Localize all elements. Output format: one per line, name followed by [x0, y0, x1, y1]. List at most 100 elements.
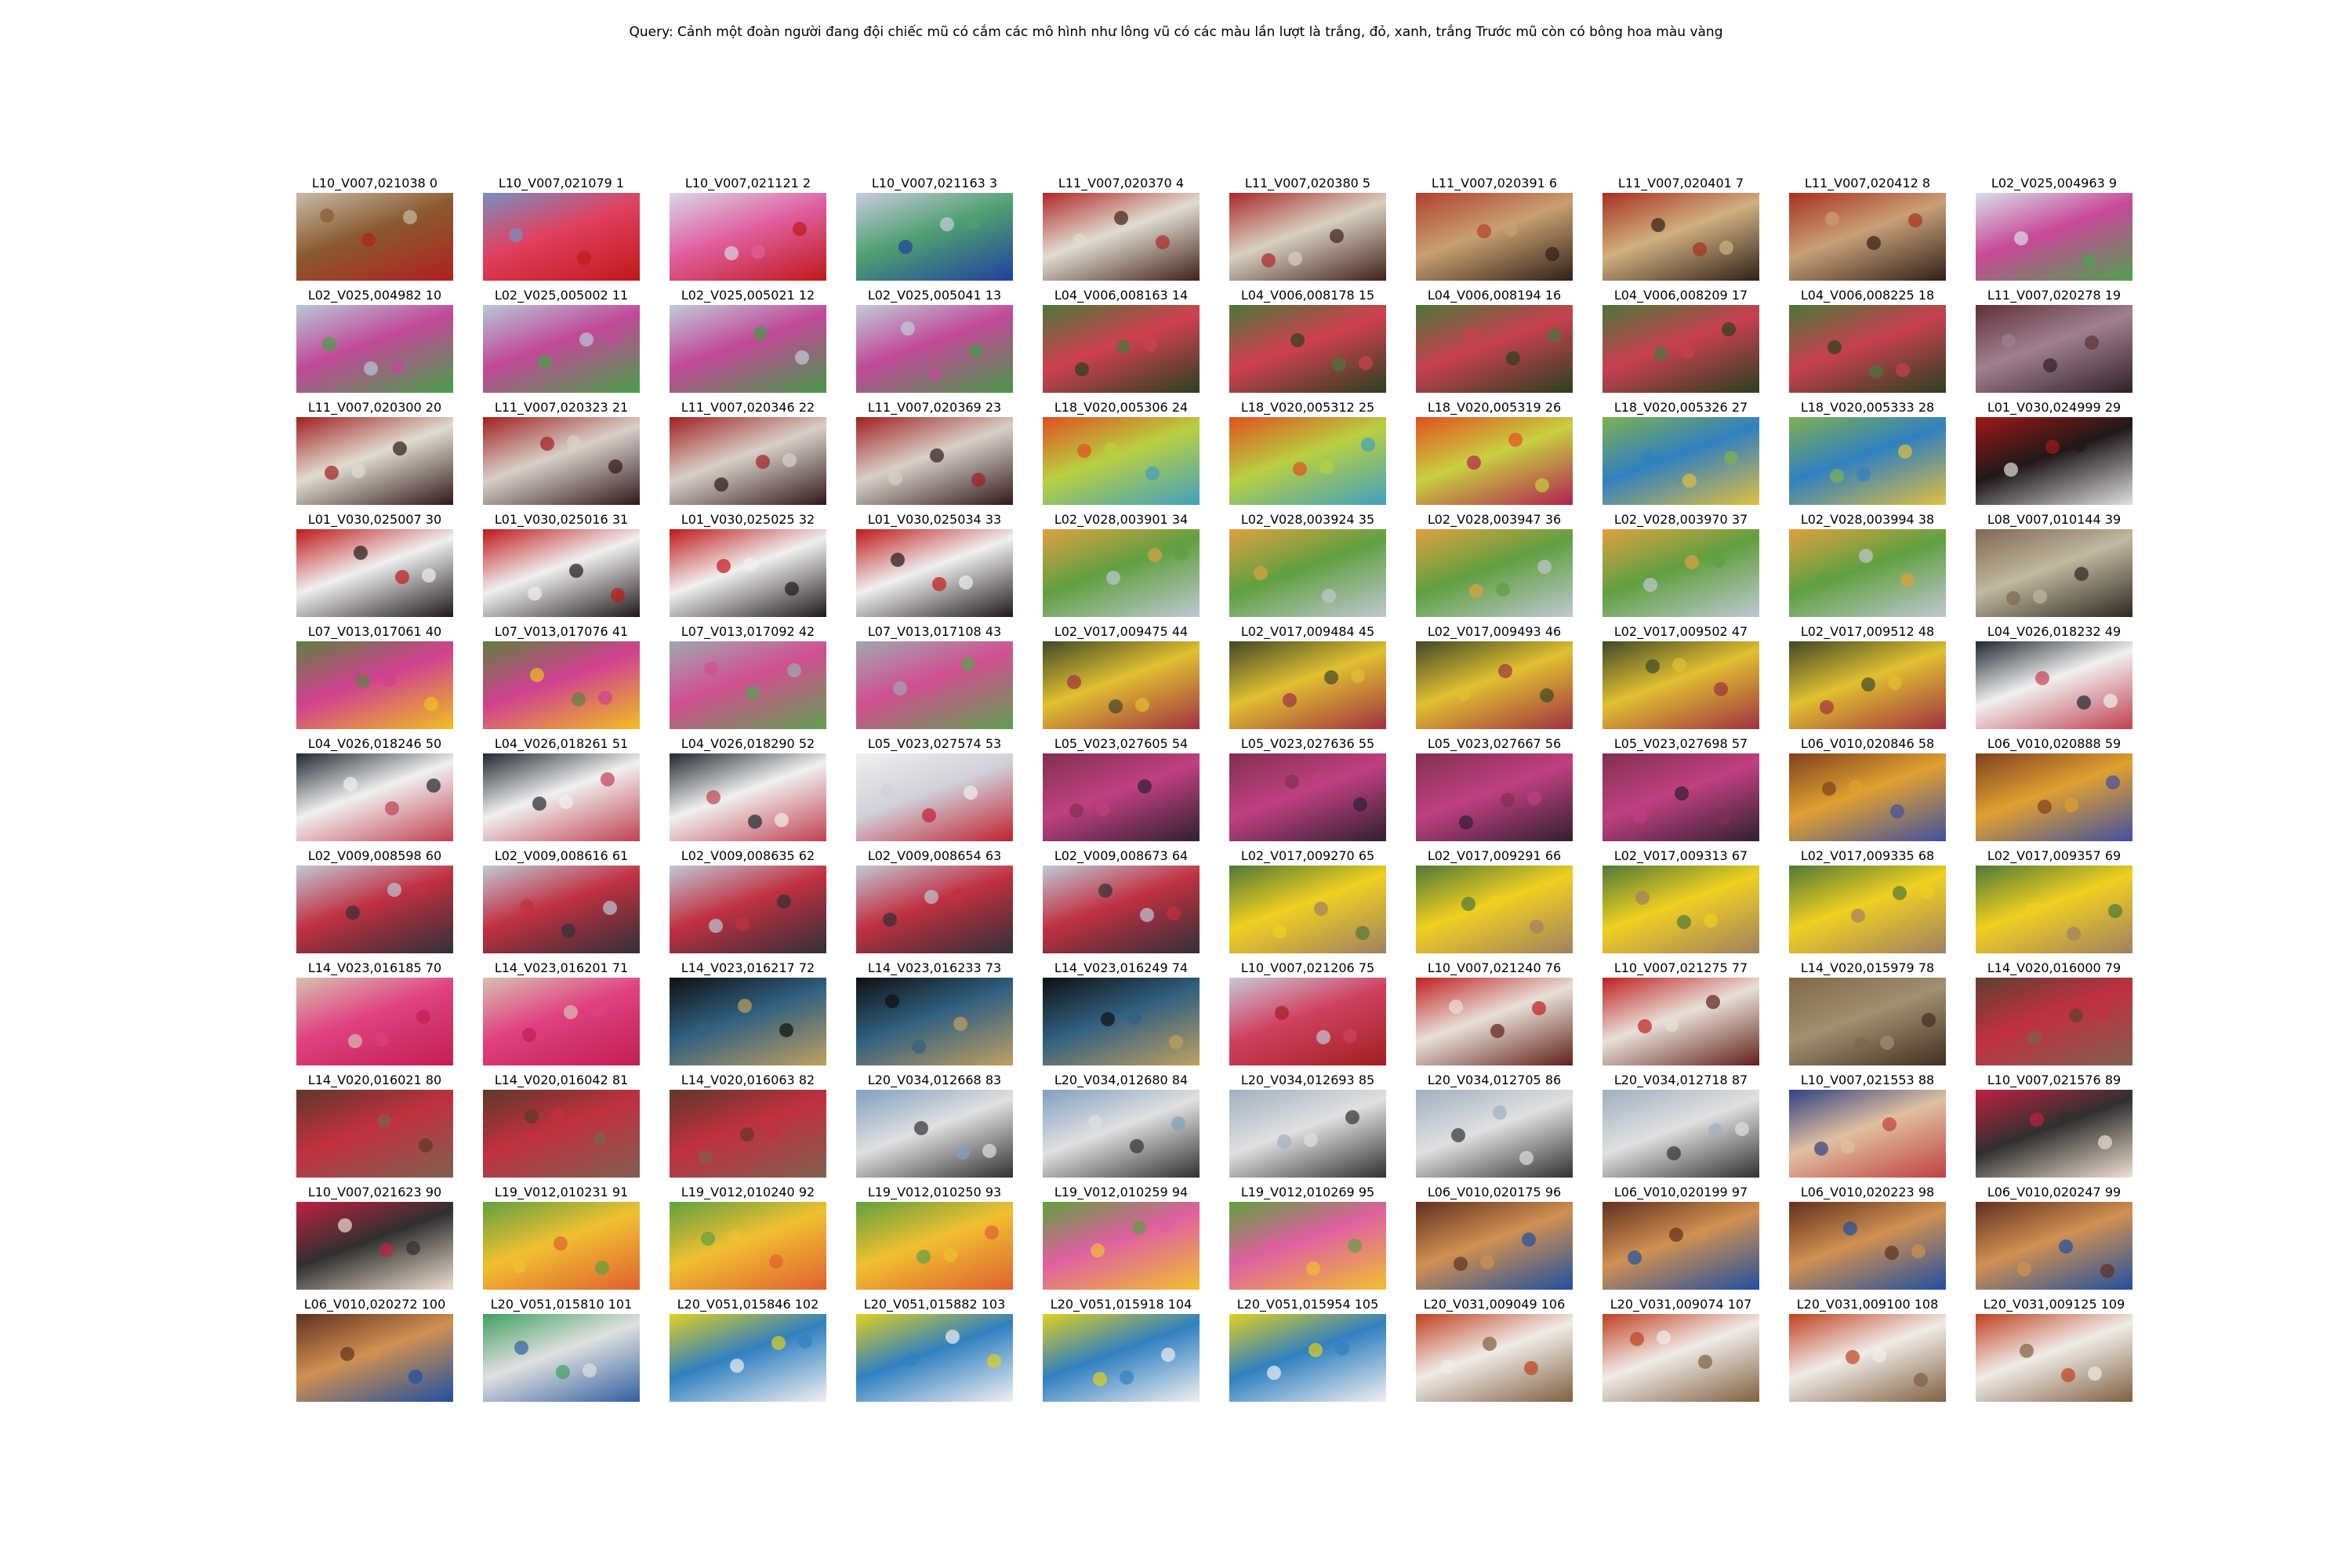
result-thumbnail[interactable]	[856, 193, 1013, 281]
result-thumbnail[interactable]	[670, 641, 826, 729]
result-thumbnail[interactable]	[1602, 641, 1759, 729]
result-thumbnail[interactable]	[483, 978, 640, 1065]
result-thumbnail[interactable]	[1229, 193, 1386, 281]
result-thumbnail[interactable]	[856, 1202, 1013, 1290]
result-thumbnail[interactable]	[1416, 978, 1573, 1065]
result-thumbnail[interactable]	[1602, 193, 1759, 281]
result-thumbnail[interactable]	[1789, 305, 1946, 393]
result-thumbnail[interactable]	[1976, 753, 2132, 841]
result-thumbnail[interactable]	[1229, 753, 1386, 841]
result-thumbnail[interactable]	[1416, 753, 1573, 841]
result-thumbnail[interactable]	[483, 417, 640, 505]
result-thumbnail[interactable]	[1229, 417, 1386, 505]
result-thumbnail[interactable]	[1229, 1090, 1386, 1178]
result-thumbnail[interactable]	[1602, 866, 1759, 953]
result-thumbnail[interactable]	[1043, 753, 1200, 841]
result-thumbnail[interactable]	[670, 529, 826, 617]
result-thumbnail[interactable]	[296, 1314, 453, 1402]
result-thumbnail[interactable]	[670, 866, 826, 953]
result-thumbnail[interactable]	[1976, 417, 2132, 505]
result-thumbnail[interactable]	[670, 1202, 826, 1290]
result-thumbnail[interactable]	[670, 193, 826, 281]
result-thumbnail[interactable]	[1229, 305, 1386, 393]
result-thumbnail[interactable]	[1789, 1090, 1946, 1178]
result-thumbnail[interactable]	[1043, 1090, 1200, 1178]
result-thumbnail[interactable]	[1976, 1314, 2132, 1402]
result-thumbnail[interactable]	[1043, 978, 1200, 1065]
result-thumbnail[interactable]	[1416, 1314, 1573, 1402]
result-thumbnail[interactable]	[1789, 641, 1946, 729]
result-thumbnail[interactable]	[1416, 866, 1573, 953]
result-thumbnail[interactable]	[1229, 1202, 1386, 1290]
result-thumbnail[interactable]	[1229, 1314, 1386, 1402]
result-thumbnail[interactable]	[296, 978, 453, 1065]
result-thumbnail[interactable]	[296, 305, 453, 393]
result-thumbnail[interactable]	[1229, 641, 1386, 729]
result-thumbnail[interactable]	[1229, 529, 1386, 617]
result-thumbnail[interactable]	[1416, 305, 1573, 393]
result-thumbnail[interactable]	[1602, 1090, 1759, 1178]
result-thumbnail[interactable]	[1976, 978, 2132, 1065]
result-thumbnail[interactable]	[856, 417, 1013, 505]
result-thumbnail[interactable]	[1976, 305, 2132, 393]
result-thumbnail[interactable]	[483, 529, 640, 617]
result-thumbnail[interactable]	[856, 305, 1013, 393]
result-thumbnail[interactable]	[856, 866, 1013, 953]
result-thumbnail[interactable]	[1789, 193, 1946, 281]
result-thumbnail[interactable]	[1602, 1202, 1759, 1290]
result-thumbnail[interactable]	[296, 753, 453, 841]
result-thumbnail[interactable]	[483, 866, 640, 953]
result-thumbnail[interactable]	[1416, 641, 1573, 729]
result-thumbnail[interactable]	[1602, 529, 1759, 617]
result-thumbnail[interactable]	[1602, 978, 1759, 1065]
result-thumbnail[interactable]	[1789, 417, 1946, 505]
result-thumbnail[interactable]	[483, 753, 640, 841]
result-thumbnail[interactable]	[1416, 1090, 1573, 1178]
result-thumbnail[interactable]	[1976, 1090, 2132, 1178]
result-thumbnail[interactable]	[670, 305, 826, 393]
result-thumbnail[interactable]	[1976, 1202, 2132, 1290]
result-thumbnail[interactable]	[1043, 529, 1200, 617]
result-thumbnail[interactable]	[296, 193, 453, 281]
result-thumbnail[interactable]	[1416, 529, 1573, 617]
result-thumbnail[interactable]	[296, 866, 453, 953]
result-thumbnail[interactable]	[1789, 753, 1946, 841]
result-thumbnail[interactable]	[1043, 305, 1200, 393]
result-thumbnail[interactable]	[856, 641, 1013, 729]
result-thumbnail[interactable]	[1043, 1202, 1200, 1290]
result-thumbnail[interactable]	[1043, 193, 1200, 281]
result-thumbnail[interactable]	[1043, 1314, 1200, 1402]
result-thumbnail[interactable]	[1229, 978, 1386, 1065]
result-thumbnail[interactable]	[856, 1090, 1013, 1178]
result-thumbnail[interactable]	[1602, 305, 1759, 393]
result-thumbnail[interactable]	[483, 305, 640, 393]
result-thumbnail[interactable]	[856, 753, 1013, 841]
result-thumbnail[interactable]	[856, 529, 1013, 617]
result-thumbnail[interactable]	[483, 1314, 640, 1402]
result-thumbnail[interactable]	[856, 978, 1013, 1065]
result-thumbnail[interactable]	[670, 978, 826, 1065]
result-thumbnail[interactable]	[1602, 753, 1759, 841]
result-thumbnail[interactable]	[1416, 193, 1573, 281]
result-thumbnail[interactable]	[670, 1090, 826, 1178]
result-thumbnail[interactable]	[296, 1202, 453, 1290]
result-thumbnail[interactable]	[483, 1202, 640, 1290]
result-thumbnail[interactable]	[670, 417, 826, 505]
result-thumbnail[interactable]	[296, 1090, 453, 1178]
result-thumbnail[interactable]	[1416, 1202, 1573, 1290]
result-thumbnail[interactable]	[1602, 417, 1759, 505]
result-thumbnail[interactable]	[1043, 866, 1200, 953]
result-thumbnail[interactable]	[670, 753, 826, 841]
result-thumbnail[interactable]	[1976, 193, 2132, 281]
result-thumbnail[interactable]	[1789, 866, 1946, 953]
result-thumbnail[interactable]	[296, 641, 453, 729]
result-thumbnail[interactable]	[1602, 1314, 1759, 1402]
result-thumbnail[interactable]	[1416, 417, 1573, 505]
result-thumbnail[interactable]	[1789, 1314, 1946, 1402]
result-thumbnail[interactable]	[296, 529, 453, 617]
result-thumbnail[interactable]	[670, 1314, 826, 1402]
result-thumbnail[interactable]	[483, 1090, 640, 1178]
result-thumbnail[interactable]	[856, 1314, 1013, 1402]
result-thumbnail[interactable]	[1789, 978, 1946, 1065]
result-thumbnail[interactable]	[1976, 641, 2132, 729]
